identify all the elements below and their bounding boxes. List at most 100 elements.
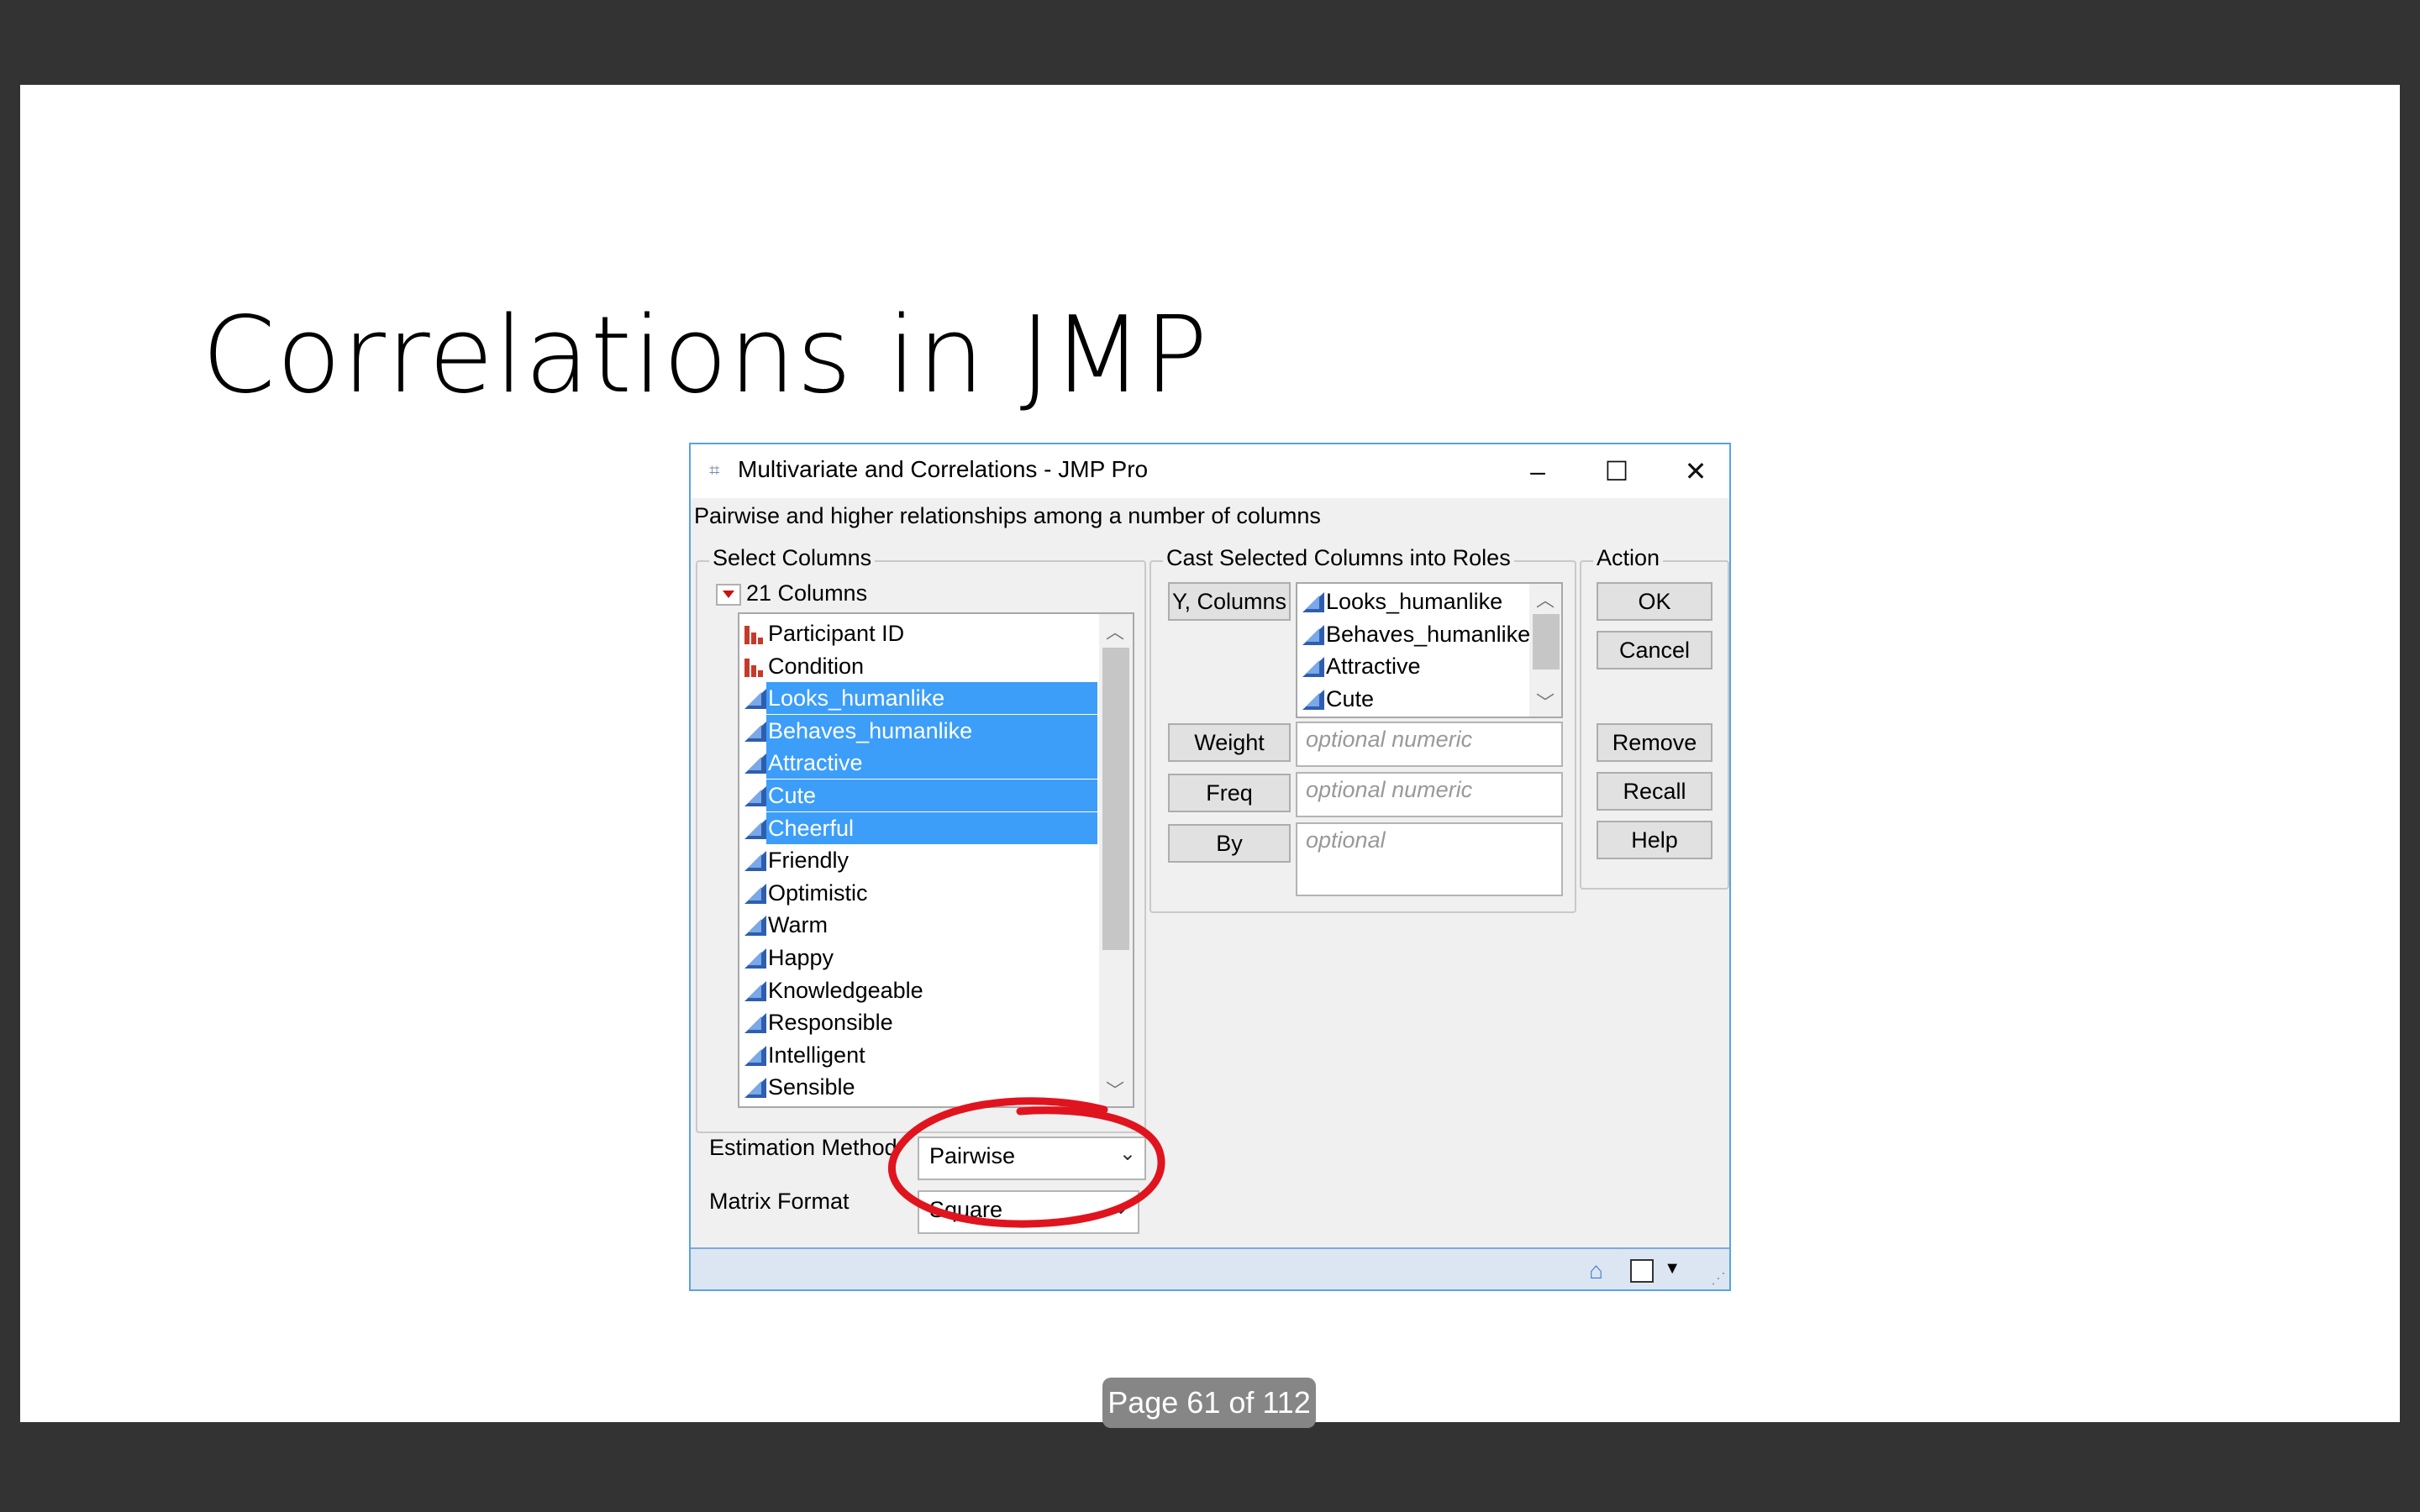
app-icon: ⌗	[709, 459, 720, 480]
column-name: Optimistic	[768, 879, 868, 906]
y-column-item[interactable]: Behaves_humanlike	[1299, 618, 1531, 650]
freq-button[interactable]: Freq	[1168, 774, 1291, 812]
resize-grip-icon[interactable]: ⋰	[1711, 1270, 1726, 1288]
column-list-scrollbar[interactable]: ︿ ﹀	[1099, 614, 1133, 1106]
jmp-dialog-screenshot: ⌗ Multivariate and Correlations - JMP Pr…	[689, 443, 1731, 1291]
continuous-column-icon	[744, 1013, 766, 1034]
action-label: Action	[1593, 545, 1664, 571]
column-list-item[interactable]: Participant ID	[741, 617, 1094, 649]
cancel-button[interactable]: Cancel	[1597, 631, 1712, 669]
weight-button[interactable]: Weight	[1168, 723, 1291, 762]
y-list-scrollbar[interactable]: ︿ ﹀	[1529, 584, 1561, 717]
continuous-column-icon	[744, 786, 766, 806]
close-icon[interactable]: ✕	[1672, 451, 1719, 491]
column-name: Happy	[768, 945, 834, 970]
y-column-name: Looks_humanlike	[1326, 589, 1503, 614]
column-list-item[interactable]: Happy	[741, 942, 1094, 974]
remove-button[interactable]: Remove	[1597, 723, 1712, 762]
window-titlebar: ⌗ Multivariate and Correlations - JMP Pr…	[691, 444, 1729, 498]
continuous-column-icon	[744, 1078, 766, 1099]
window-title: Multivariate and Correlations - JMP Pro	[738, 456, 1149, 482]
column-list-item[interactable]: Intelligent	[741, 1039, 1094, 1071]
column-name: Behaves_humanlike	[766, 714, 1097, 747]
continuous-column-icon	[744, 883, 766, 904]
cast-roles-group: Cast Selected Columns into Roles Y, Colu…	[1150, 545, 1576, 913]
scroll-thumb[interactable]	[1102, 648, 1129, 950]
matrix-format-label: Matrix Format	[709, 1189, 850, 1214]
column-list-item[interactable]: Knowledgeable	[741, 974, 1094, 1006]
nominal-column-icon	[744, 624, 766, 644]
scroll-thumb[interactable]	[1533, 614, 1560, 669]
maximize-icon[interactable]: ☐	[1593, 451, 1640, 491]
y-column-name: Cute	[1326, 685, 1375, 711]
page-indicator: Page 61 of 112	[1102, 1378, 1316, 1428]
continuous-column-icon	[744, 948, 766, 969]
column-name: Sensible	[768, 1074, 855, 1100]
continuous-column-icon	[744, 721, 766, 742]
column-name: Intelligent	[768, 1042, 865, 1068]
column-list-item[interactable]: Behaves_humanlike	[741, 714, 1097, 747]
column-list-item[interactable]: Attractive	[741, 747, 1097, 780]
freq-field[interactable]: optional numeric	[1296, 772, 1563, 817]
scroll-up-icon[interactable]: ︿	[1536, 585, 1555, 612]
action-group: Action OK Cancel Remove Recall Help	[1580, 545, 1729, 890]
column-name: Cheerful	[766, 811, 1097, 844]
columns-count-row: 21 Columns	[716, 580, 867, 606]
column-list-item[interactable]: Condition	[741, 650, 1094, 682]
column-name: Participant ID	[768, 621, 905, 646]
weight-field[interactable]: optional numeric	[1296, 722, 1563, 767]
window-list-icon[interactable]	[1630, 1259, 1654, 1283]
column-list-item[interactable]: Optimistic	[741, 877, 1094, 909]
continuous-column-icon	[744, 916, 766, 937]
scroll-down-icon[interactable]: ﹀	[1536, 688, 1555, 715]
continuous-column-icon	[744, 851, 766, 872]
dialog-description: Pairwise and higher relationships among …	[694, 503, 1321, 528]
continuous-column-icon	[1302, 592, 1324, 612]
column-name: Attractive	[766, 747, 1097, 780]
column-list-item[interactable]: Looks_humanlike	[741, 682, 1097, 715]
recall-button[interactable]: Recall	[1597, 772, 1712, 811]
scroll-up-icon[interactable]: ︿	[1106, 617, 1124, 644]
continuous-column-icon	[744, 980, 766, 1001]
column-name: Responsible	[768, 1010, 893, 1036]
columns-count: 21 Columns	[746, 580, 868, 606]
help-button[interactable]: Help	[1597, 821, 1712, 859]
continuous-column-icon	[744, 1045, 766, 1066]
y-columns-listbox[interactable]: Cute Attractive Behaves_humanlike Looks_hum…	[1296, 582, 1563, 718]
continuous-column-icon	[1302, 657, 1324, 678]
y-column-item[interactable]: Attractive	[1299, 650, 1531, 682]
y-column-name: Behaves_humanlike	[1326, 621, 1531, 647]
y-column-name: Attractive	[1326, 654, 1421, 680]
column-listbox[interactable]: Sensible Intelligent Responsible Knowledgea…	[738, 612, 1134, 1108]
nominal-column-icon	[744, 657, 766, 677]
column-name: Cute	[766, 780, 1097, 811]
y-column-item[interactable]: Cute	[1299, 683, 1531, 715]
select-columns-label: Select Columns	[709, 545, 876, 571]
column-name: Condition	[768, 653, 865, 679]
by-field[interactable]: optional	[1296, 822, 1563, 896]
minimize-icon[interactable]: –	[1514, 451, 1561, 491]
column-list-item[interactable]: Warm	[741, 909, 1094, 941]
y-columns-button[interactable]: Y, Columns	[1168, 582, 1291, 621]
column-list-item[interactable]: Cute	[741, 780, 1097, 811]
column-list-item[interactable]: Friendly	[741, 844, 1094, 876]
red-annotation-circle	[888, 1097, 1165, 1228]
column-name: Knowledgeable	[768, 977, 923, 1003]
column-list-item[interactable]: Responsible	[741, 1006, 1094, 1038]
continuous-column-icon	[744, 689, 766, 710]
select-columns-group: Select Columns 21 Columns Sensible Intell…	[696, 545, 1146, 1133]
continuous-column-icon	[1302, 624, 1324, 645]
by-button[interactable]: By	[1168, 824, 1291, 863]
ok-button[interactable]: OK	[1597, 582, 1712, 621]
dropdown-arrow-icon[interactable]: ▼	[1664, 1259, 1681, 1278]
column-list-item[interactable]: Cheerful	[741, 811, 1097, 844]
red-triangle-menu-icon[interactable]	[716, 583, 741, 606]
status-bar: ⌂ ▼ ⋰	[691, 1247, 1729, 1289]
column-name: Looks_humanlike	[766, 682, 1097, 715]
continuous-column-icon	[1302, 689, 1324, 710]
y-column-item[interactable]: Looks_humanlike	[1299, 585, 1531, 617]
home-icon[interactable]: ⌂	[1589, 1257, 1603, 1284]
estimation-method-label: Estimation Method	[709, 1135, 897, 1160]
continuous-column-icon	[744, 818, 766, 839]
column-name: Friendly	[768, 848, 850, 874]
